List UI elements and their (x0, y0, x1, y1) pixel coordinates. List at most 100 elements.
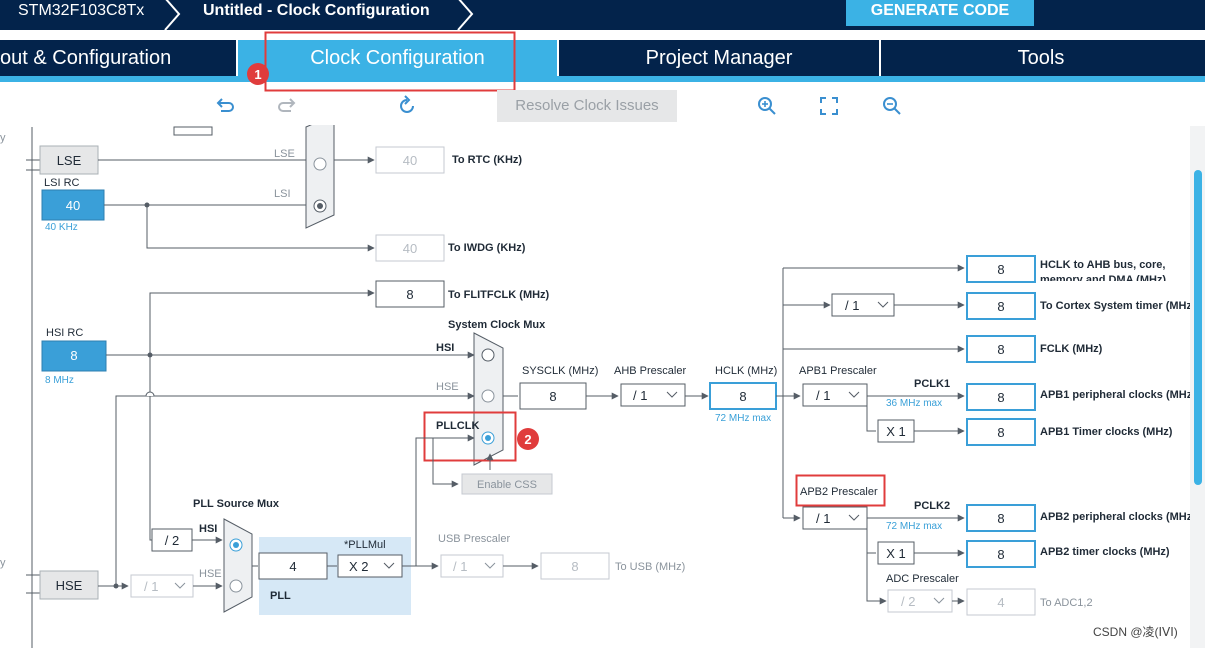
flitf-value: 8 (406, 287, 413, 302)
pll-input-value: 4 (289, 559, 296, 574)
junction-dot (113, 583, 119, 589)
hsi-title: HSI RC (46, 327, 83, 339)
rtc-mux-radio-lse[interactable] (313, 157, 327, 171)
usb-out-value: 8 (571, 559, 578, 574)
apb2-value: / 1 (816, 511, 830, 526)
lse-label: LSE (57, 153, 82, 168)
flitf-label: To FLITFCLK (MHz) (448, 289, 550, 301)
hse-label: HSE (56, 578, 83, 593)
pll-src-radio-hsi-dot (233, 542, 239, 548)
sysmux-hsi-label: HSI (436, 342, 454, 354)
apb2-timer-label: APB2 timer clocks (MHz) (1040, 546, 1170, 558)
edge-text-bottom: y (0, 557, 6, 569)
hsi-value: 8 (70, 348, 77, 363)
apb1-timer-label: APB1 Timer clocks (MHz) (1040, 426, 1173, 438)
rtc-value: 40 (403, 153, 417, 168)
apb2-label: APB2 Prescaler (800, 486, 878, 498)
apb1-periph-label: APB1 peripheral clocks (MHz) (1040, 389, 1190, 401)
pllmul-value: X 2 (349, 559, 369, 574)
apb1-periph-value: 8 (997, 390, 1004, 405)
usb-label: USB Prescaler (438, 533, 510, 545)
step-marker-1-text: 1 (254, 67, 261, 82)
ahb-value: / 1 (633, 388, 647, 403)
usb-out-label: To USB (MHz) (615, 561, 685, 573)
apb1-value: / 1 (816, 388, 830, 403)
redo-icon[interactable] (276, 95, 298, 117)
zoom-out-icon[interactable] (881, 95, 903, 117)
ahb-label: AHB Prescaler (614, 365, 686, 377)
hsi-pll-line (149, 355, 160, 541)
hclk-ahb-value: 8 (997, 262, 1004, 277)
apb2-prescaler-select[interactable] (802, 506, 868, 530)
partial-box (173, 126, 213, 136)
usb-prescaler-select[interactable] (440, 554, 504, 578)
lsi-value: 40 (66, 198, 80, 213)
pll-src-hsi-label: HSI (199, 523, 217, 535)
ahb-prescaler-select[interactable] (620, 383, 686, 407)
label-mask (1036, 281, 1186, 289)
sysmux-radio-hse[interactable] (481, 389, 495, 403)
highlight-box-tab (264, 31, 516, 92)
apb2-timer-value: 8 (997, 547, 1004, 562)
pllclk-sysmux-line (402, 434, 475, 567)
pll-src-hse-label: HSE (199, 568, 222, 580)
pll-source-mux (223, 518, 253, 613)
fclk-value: 8 (997, 342, 1004, 357)
resolve-clock-issues-button[interactable]: Resolve Clock Issues (497, 90, 677, 122)
apb2-periph-value: 8 (997, 511, 1004, 526)
pll-src-radio-hse[interactable] (229, 579, 243, 593)
pclk2-max: 72 MHz max (886, 521, 942, 532)
rtc-mux-radio-lsi-dot (317, 203, 323, 209)
sysmux-title: System Clock Mux (448, 319, 546, 331)
hsi-freq: 8 MHz (45, 375, 74, 386)
sysmux-pllclk-label: PLLCLK (436, 420, 479, 432)
adc-prescaler-select[interactable] (887, 589, 953, 613)
sysmux-hse-label: HSE (436, 381, 459, 393)
apb2-timer-feed (866, 518, 876, 554)
pll-source-title: PLL Source Mux (193, 498, 280, 510)
watermark: CSDN @凌(ⅠⅤⅠ) (1093, 625, 1178, 639)
apb1-timer-mult-value: X 1 (886, 424, 906, 439)
hse-div-value: / 1 (144, 579, 158, 594)
apb1-timer-value: 8 (997, 425, 1004, 440)
adc-value: / 2 (901, 594, 915, 609)
sysclk-value: 8 (549, 389, 556, 404)
sysmux-radio-pllclk-dot (485, 435, 491, 441)
sysmux-radio-hsi[interactable] (481, 348, 495, 362)
edge-text-top: y (0, 132, 6, 144)
pllmul-select[interactable] (337, 554, 403, 578)
line-crossover (145, 391, 155, 397)
step-marker-2-text: 2 (524, 432, 531, 447)
apb1-label: APB1 Prescaler (799, 365, 877, 377)
apb1-timer-feed (866, 396, 876, 432)
hclk-value: 8 (739, 389, 746, 404)
scrollbar-thumb[interactable] (1194, 170, 1202, 485)
hse-divider-select[interactable] (130, 574, 194, 598)
fclk-label: FCLK (MHz) (1040, 343, 1103, 355)
lse-line-label: LSE (274, 148, 295, 160)
zoom-in-icon[interactable] (756, 95, 778, 117)
iwdg-value: 40 (403, 241, 417, 256)
undo-icon[interactable] (214, 95, 236, 117)
sysclk-label: SYSCLK (MHz) (522, 365, 598, 377)
lsi-line-label: LSI (274, 188, 291, 200)
pclk2-label: PCLK2 (914, 500, 950, 512)
adc-out-value: 4 (997, 595, 1004, 610)
hclk-max: 72 MHz max (715, 413, 771, 424)
apb1-prescaler-select[interactable] (802, 383, 868, 407)
adc-label: ADC Prescaler (886, 573, 959, 585)
iwdg-label: To IWDG (KHz) (448, 242, 526, 254)
pclk1-label: PCLK1 (914, 378, 950, 390)
pll-title: PLL (270, 590, 291, 602)
apb2-timer-mult-value: X 1 (886, 546, 906, 561)
apb2-periph-label: APB2 peripheral clocks (MHz) (1040, 511, 1190, 523)
pllmul-label: *PLLMul (344, 539, 386, 551)
refresh-icon[interactable] (396, 95, 418, 117)
fit-screen-icon[interactable] (818, 95, 840, 117)
lsi-title: LSI RC (44, 177, 80, 189)
rtc-label: To RTC (KHz) (452, 154, 522, 166)
iwdg-line (146, 205, 375, 252)
clock-tree-diagram: y y LSE LSE LSI RC 40 40 KHz LSI 40 To R… (0, 125, 1190, 648)
hclk-label: HCLK (MHz) (715, 365, 777, 377)
cortex-label: To Cortex System timer (MHz) (1040, 300, 1190, 312)
